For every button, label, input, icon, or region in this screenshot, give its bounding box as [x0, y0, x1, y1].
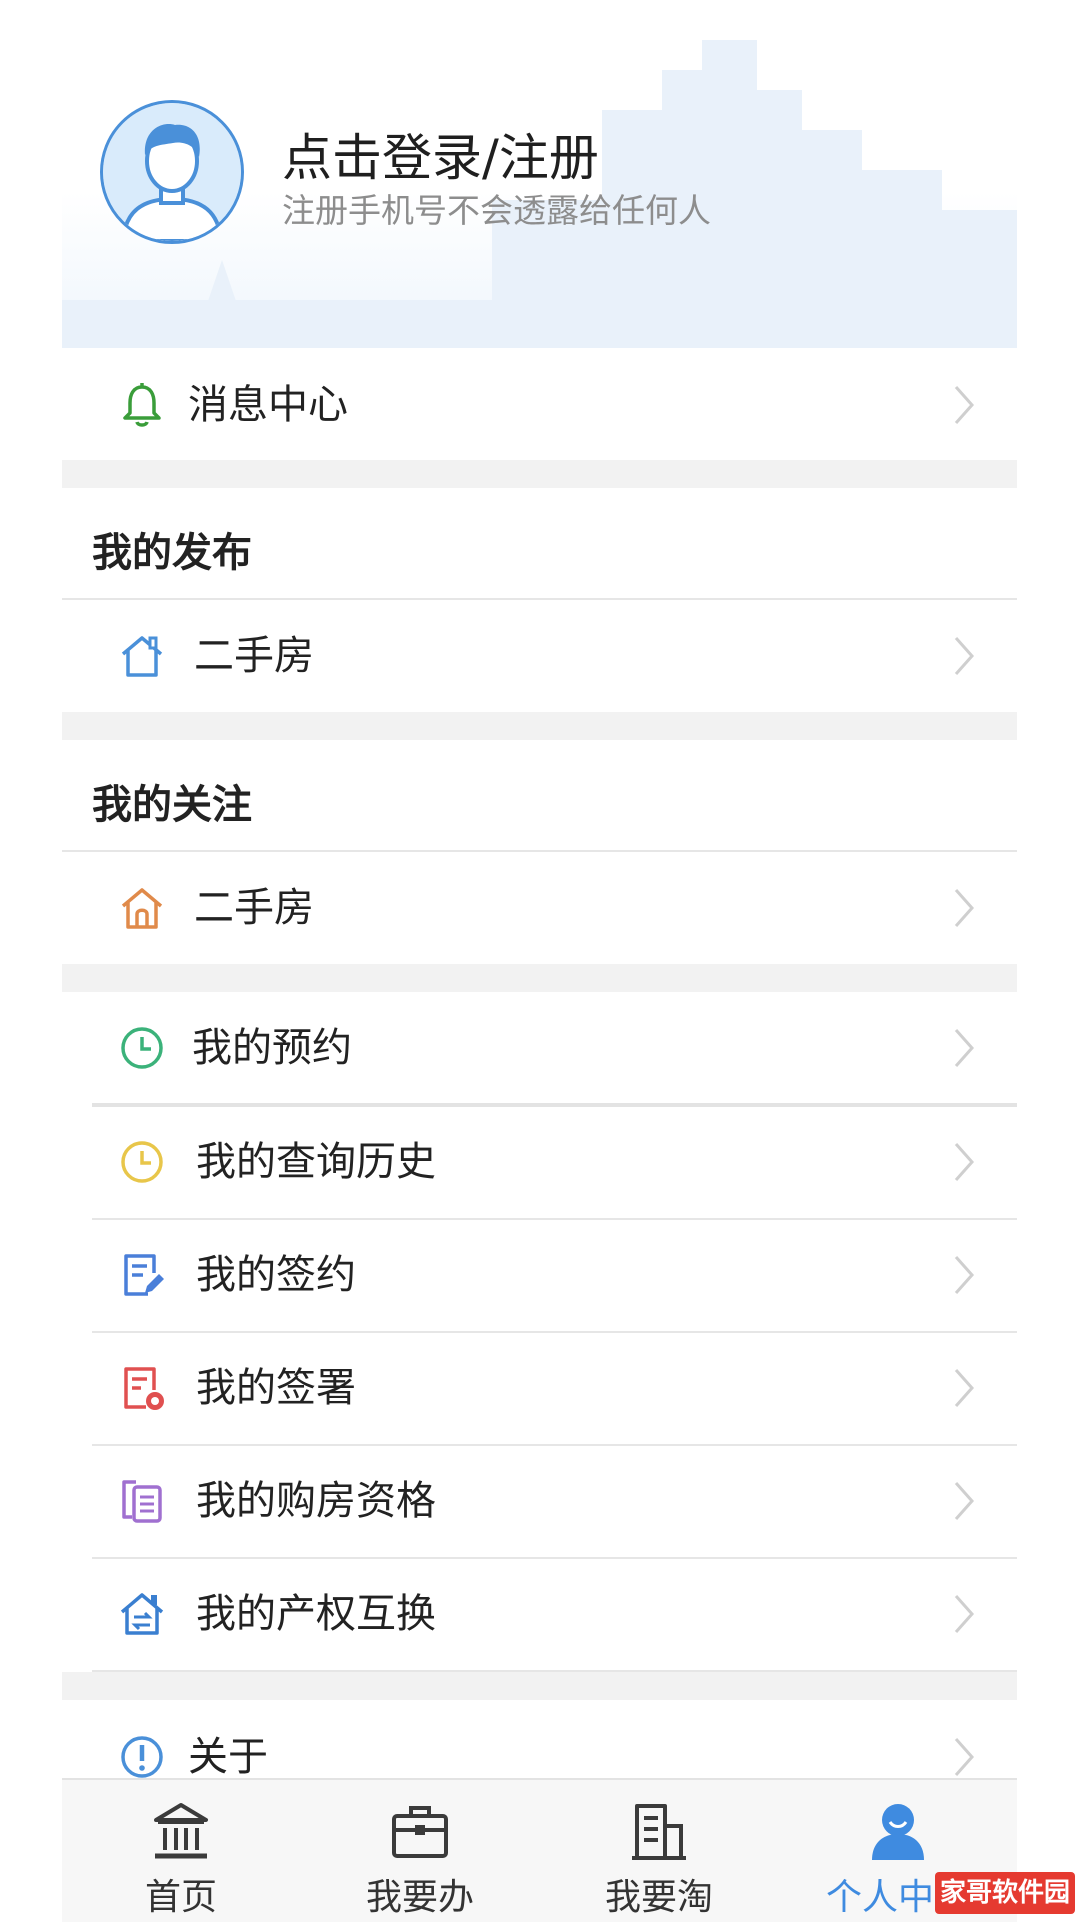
- chevron-right-icon: [954, 1595, 975, 1633]
- document-pen-icon: [124, 1254, 164, 1296]
- section-separator: [62, 964, 1017, 992]
- service-label: 我的产权互换: [196, 1591, 436, 1637]
- chevron-right-icon: [954, 1256, 975, 1294]
- nav-label: 我要办: [365, 1877, 474, 1918]
- clock-green-icon: [121, 1027, 163, 1069]
- my-follows-title: 我的关注: [92, 782, 252, 828]
- section-separator: [62, 1672, 1017, 1700]
- document-seal-icon: [124, 1367, 164, 1410]
- secondhand-house-label: 二手房: [194, 633, 314, 679]
- building-icon: [632, 1804, 686, 1860]
- house-icon: [121, 888, 163, 929]
- service-label: 我的预约: [192, 1025, 352, 1071]
- login-register-link[interactable]: 点击登录/注册: [282, 118, 599, 190]
- service-row-property-exchange[interactable]: 我的产权互换: [62, 1559, 1017, 1671]
- service-row-signature[interactable]: 我的签署: [62, 1333, 1017, 1444]
- section-separator: [62, 460, 1017, 488]
- my-posts-secondhand-row[interactable]: 二手房: [62, 600, 1017, 712]
- bell-icon: [123, 383, 161, 427]
- nav-browse[interactable]: 我要淘: [540, 1780, 778, 1922]
- user-avatar-icon: [103, 103, 241, 241]
- chevron-right-icon: [954, 386, 975, 424]
- service-row-appointment[interactable]: 我的预约: [62, 992, 1017, 1104]
- section-separator: [62, 712, 1017, 740]
- chevron-right-icon: [954, 637, 975, 675]
- documents-icon: [122, 1480, 162, 1523]
- secondhand-house-label: 二手房: [194, 885, 314, 931]
- service-row-purchase-qualification[interactable]: 我的购房资格: [62, 1446, 1017, 1557]
- service-label: 我的签署: [196, 1365, 356, 1411]
- my-posts-header: 我的发布: [62, 488, 1017, 598]
- service-row-query-history[interactable]: 我的查询历史: [62, 1107, 1017, 1218]
- chevron-right-icon: [954, 1482, 975, 1520]
- chevron-right-icon: [954, 1369, 975, 1407]
- chevron-right-icon: [954, 1738, 975, 1776]
- watermark-badge: 家哥软件园: [935, 1872, 1075, 1914]
- bottom-navigation: 首页 我要办 我要淘 个人中心: [62, 1778, 1017, 1922]
- chevron-right-icon: [954, 889, 975, 927]
- house-outline-icon: [121, 636, 163, 677]
- clock-yellow-icon: [121, 1141, 163, 1183]
- service-label: 我的签约: [196, 1252, 356, 1298]
- my-follows-header: 我的关注: [62, 740, 1017, 850]
- info-icon: [121, 1736, 163, 1778]
- nav-services[interactable]: 我要办: [301, 1780, 539, 1922]
- chevron-right-icon: [954, 1143, 975, 1181]
- person-icon: [872, 1804, 924, 1860]
- nav-label: 我要淘: [604, 1877, 713, 1918]
- message-center-row[interactable]: 消息中心: [62, 350, 1017, 460]
- nav-home[interactable]: 首页: [62, 1780, 300, 1922]
- about-row[interactable]: 关于: [62, 1700, 1017, 1778]
- briefcase-icon: [392, 1806, 448, 1858]
- avatar[interactable]: [100, 100, 244, 244]
- chevron-right-icon: [954, 1029, 975, 1067]
- service-row-signing[interactable]: 我的签约: [62, 1220, 1017, 1331]
- about-label: 关于: [188, 1734, 268, 1778]
- message-center-label: 消息中心: [188, 382, 348, 428]
- bank-building-icon: [154, 1803, 208, 1859]
- my-follows-secondhand-row[interactable]: 二手房: [62, 852, 1017, 964]
- service-label: 我的购房资格: [196, 1478, 436, 1524]
- nav-label: 首页: [144, 1877, 217, 1918]
- my-posts-title: 我的发布: [92, 530, 252, 576]
- login-subtitle: 注册手机号不会透露给任何人: [282, 191, 711, 230]
- house-exchange-icon: [120, 1593, 164, 1635]
- service-label: 我的查询历史: [196, 1139, 436, 1185]
